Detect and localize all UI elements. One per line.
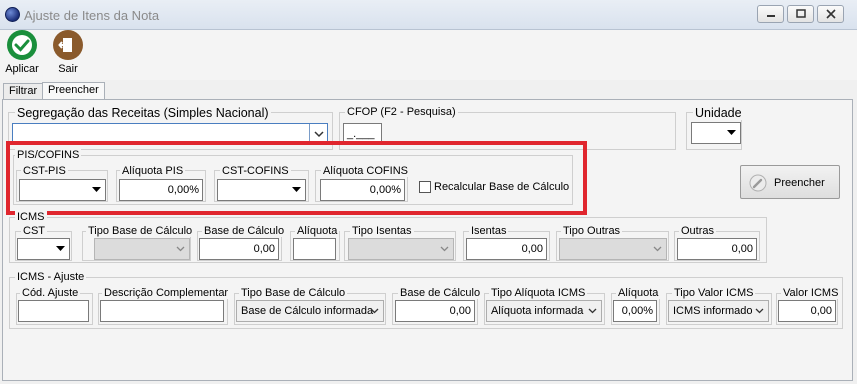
tipo-aliquota-label: Tipo Alíquota ICMS: [489, 287, 588, 299]
descricao-label: Descrição Complementar: [102, 287, 231, 299]
icms-tipo-base-select[interactable]: [94, 238, 190, 260]
maximize-button[interactable]: [787, 5, 814, 23]
maximize-icon: [795, 9, 806, 18]
icms-ajuste-title: ICMS - Ajuste: [15, 271, 87, 283]
aliquota-pis-label: Alíquota PIS: [120, 165, 186, 177]
cst-pis-label: CST-PIS: [21, 165, 68, 177]
icms-isentas-label: Isentas: [469, 225, 509, 237]
unidade-select[interactable]: [691, 122, 741, 144]
valor-icms-input[interactable]: 0,00: [778, 300, 836, 322]
icms-base-label: Base de Cálculo: [202, 225, 287, 237]
descricao-input[interactable]: [100, 300, 224, 322]
triangle-down-icon: [726, 128, 736, 138]
cst-pis-select[interactable]: [19, 179, 106, 201]
tipo-valor-value: ICMS informado: [673, 305, 753, 317]
recalcular-label: Recalcular Base de Cálculo: [434, 181, 570, 193]
aliquota-cofins-label: Alíquota COFINS: [321, 165, 410, 177]
icms-outras-label: Outras: [679, 225, 717, 237]
ajuste-aliquota-input[interactable]: 0,00%: [613, 300, 657, 322]
ajuste-tipo-base-value: Base de Cálculo informada: [241, 305, 374, 317]
check-icon: [7, 30, 37, 60]
preencher-label: Preencher: [774, 177, 825, 189]
icms-tipo-base-label: Tipo Base de Cálculo: [86, 225, 195, 237]
chevron-down-icon: [754, 306, 764, 316]
toolbar: Aplicar Sair: [0, 30, 857, 80]
cod-ajuste-input[interactable]: [18, 300, 89, 322]
tipo-valor-label: Tipo Valor ICMS: [672, 287, 756, 299]
ajuste-base-input[interactable]: 0,00: [395, 300, 475, 322]
icms-outras-input[interactable]: 0,00: [677, 238, 757, 260]
close-icon: [825, 9, 836, 19]
tipo-aliquota-value: Alíquota informada: [491, 305, 584, 317]
cst-cofins-label: CST-COFINS: [220, 165, 291, 177]
icms-tipo-outras-label: Tipo Outras: [561, 225, 623, 237]
cst-cofins-select[interactable]: [217, 179, 306, 201]
pencil-icon: [749, 174, 767, 192]
chevron-down-icon: [587, 306, 597, 316]
icms-aliquota-input[interactable]: [293, 238, 336, 260]
ajuste-tipo-base-label: Tipo Base de Cálculo: [239, 287, 348, 299]
window-title: Ajuste de Itens da Nota: [24, 8, 160, 23]
valor-icms-label: Valor ICMS: [781, 287, 841, 299]
apply-button[interactable]: Aplicar: [4, 30, 40, 78]
icms-tipo-isentas-select[interactable]: [348, 238, 454, 260]
tipo-valor-select[interactable]: ICMS informado: [668, 300, 769, 322]
ajuste-tipo-base-select[interactable]: Base de Cálculo informada: [236, 300, 384, 322]
pis-cofins-title: PIS/COFINS: [15, 149, 82, 161]
icms-cst-select[interactable]: [17, 238, 70, 260]
tab-filtrar[interactable]: Filtrar: [3, 83, 44, 99]
segregacao-label: Segregação das Receitas (Simples Naciona…: [15, 106, 271, 120]
close-button[interactable]: [817, 5, 844, 23]
title-bar: Ajuste de Itens da Nota: [0, 0, 857, 30]
minimize-button[interactable]: [757, 5, 784, 23]
cod-ajuste-label: Cód. Ajuste: [20, 287, 81, 299]
icms-isentas-input[interactable]: 0,00: [466, 238, 547, 260]
tipo-aliquota-select[interactable]: Alíquota informada: [486, 300, 602, 322]
triangle-down-icon: [55, 244, 65, 254]
cfop-label: CFOP (F2 - Pesquisa): [345, 106, 458, 118]
exit-button[interactable]: Sair: [52, 30, 88, 78]
recalcular-checkbox[interactable]: [419, 181, 431, 193]
ajuste-base-label: Base de Cálculo: [398, 287, 483, 299]
app-icon: [5, 7, 20, 22]
icms-base-input[interactable]: 0,00: [199, 238, 279, 260]
icms-title: ICMS: [15, 211, 47, 223]
apply-label: Aplicar: [5, 63, 39, 75]
icms-cst-label: CST: [21, 225, 47, 237]
icms-tipo-outras-select[interactable]: [559, 238, 667, 260]
chevron-down-icon: [439, 244, 449, 254]
exit-door-icon: [53, 30, 83, 60]
unidade-label: Unidade: [693, 106, 744, 120]
icms-aliquota-label: Alíquota: [295, 225, 340, 237]
icms-tipo-isentas-label: Tipo Isentas: [350, 225, 414, 237]
preencher-button[interactable]: Preencher: [740, 165, 840, 199]
minimize-icon: [766, 15, 775, 17]
aliquota-cofins-input[interactable]: 0,00%: [320, 179, 405, 201]
chevron-down-icon: [369, 306, 379, 316]
triangle-down-icon: [291, 185, 301, 195]
chevron-down-icon: [652, 244, 662, 254]
ajuste-aliquota-label: Alíquota: [616, 287, 661, 299]
aliquota-pis-input[interactable]: 0,00%: [119, 179, 203, 201]
chevron-down-icon: [175, 244, 185, 254]
tab-preencher[interactable]: Preencher: [42, 82, 105, 100]
triangle-down-icon: [91, 185, 101, 195]
exit-label: Sair: [58, 63, 78, 75]
